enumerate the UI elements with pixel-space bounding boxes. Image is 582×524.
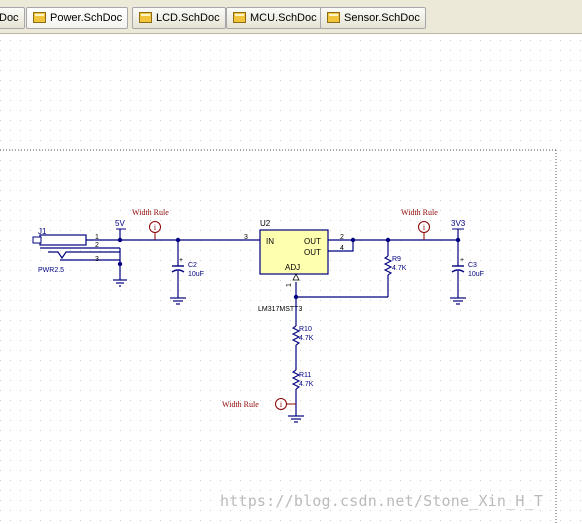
tab-mcu-schdoc[interactable]: MCU.SchDoc: [226, 7, 323, 29]
junction: [117, 261, 123, 267]
u2-pin-out1: OUT: [304, 237, 321, 246]
width-rule-label: Width Rule: [132, 208, 169, 217]
u2-pin-num-out1: 2: [340, 234, 344, 241]
watermark-text: https://blog.csdn.net/Stone_Xin_H_T: [220, 492, 544, 510]
c3-value: 10uF: [468, 271, 484, 278]
width-rule-label: Width Rule: [222, 400, 259, 409]
j1-pin-3: 3: [95, 256, 99, 263]
schematic-document-icon: [233, 12, 246, 23]
junction: [350, 237, 356, 243]
u2-pin-adj: ADJ: [285, 263, 300, 272]
r9-value: 4.7K: [392, 265, 407, 272]
r9-designator: R9: [392, 256, 401, 263]
j1-pin-1: 1: [95, 234, 99, 241]
r10-designator: R10: [299, 326, 312, 333]
u2-designator: U2: [260, 219, 271, 228]
schematic-canvas[interactable]: J1 1 2 3 PWR2.5 5V 3 Width Rule i + C2 1…: [0, 34, 582, 524]
c3-designator: C3: [468, 262, 477, 269]
j1-pin-2: 2: [95, 242, 99, 249]
j1-comment: PWR2.5: [38, 267, 64, 274]
r11-designator: R11: [299, 372, 311, 379]
u2-pin-out2: OUT: [304, 248, 321, 257]
tab-label: LCD.SchDoc: [156, 12, 220, 24]
schematic-document-icon: [33, 12, 46, 23]
tab-label: Power.SchDoc: [50, 12, 123, 24]
tab-label: Doc: [0, 12, 19, 24]
u2-pin-num-out2: 4: [340, 245, 344, 252]
net-label-3v3: 3V3: [451, 219, 466, 228]
jack-body: [39, 234, 87, 246]
width-rule-label: Width Rule: [401, 208, 438, 217]
u2-pin-num-in: 3: [244, 234, 248, 241]
r10-value: 4.7K: [299, 335, 314, 342]
tab-doc[interactable]: Doc: [0, 7, 25, 29]
tab-sensor-schdoc[interactable]: Sensor.SchDoc: [320, 7, 426, 29]
c2-value: 10uF: [188, 271, 204, 278]
document-tab-bar: Doc Power.SchDoc LCD.SchDoc MCU.SchDoc S…: [0, 0, 582, 34]
tab-power-schdoc[interactable]: Power.SchDoc: [26, 7, 129, 29]
schematic-drawing: J1 1 2 3 PWR2.5 5V 3 Width Rule i + C2 1…: [0, 34, 582, 524]
c2-designator: C2: [188, 262, 197, 269]
dot-grid: [0, 34, 582, 524]
tab-label: Sensor.SchDoc: [344, 12, 420, 24]
net-label-5v: 5V: [115, 219, 125, 228]
c2-polarity: +: [179, 257, 183, 264]
u2-pin-num-adj: 1: [286, 283, 293, 287]
tab-label: MCU.SchDoc: [250, 12, 317, 24]
c3-polarity: +: [460, 257, 464, 264]
u2-pin-in: IN: [266, 237, 274, 246]
schematic-document-icon: [327, 12, 340, 23]
schematic-document-icon: [139, 12, 152, 23]
r11-value: 4.7K: [299, 381, 314, 388]
tab-lcd-schdoc[interactable]: LCD.SchDoc: [132, 7, 226, 29]
